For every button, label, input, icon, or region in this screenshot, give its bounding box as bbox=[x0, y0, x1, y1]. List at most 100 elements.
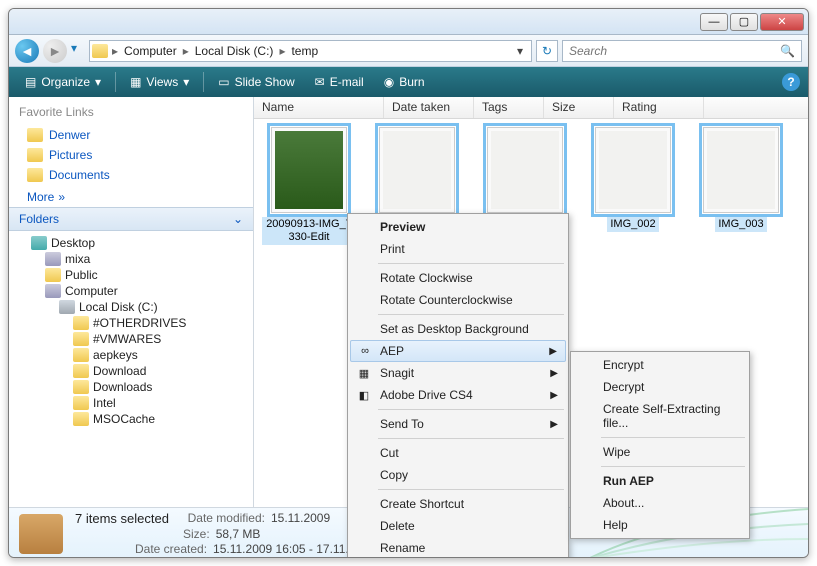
menu-item[interactable]: Copy bbox=[350, 464, 566, 486]
burn-button[interactable]: ◉Burn bbox=[376, 72, 433, 92]
folder-icon bbox=[27, 168, 43, 182]
slideshow-button[interactable]: ▭Slide Show bbox=[210, 72, 302, 92]
menu-item[interactable]: Preview bbox=[350, 216, 566, 238]
menu-item[interactable]: Set as Desktop Background bbox=[350, 318, 566, 340]
column-header[interactable]: Date taken bbox=[384, 97, 474, 118]
tree-item[interactable]: Public bbox=[9, 267, 253, 283]
address-bar[interactable]: ▸ Computer ▸ Local Disk (C:) ▸ temp ▾ bbox=[89, 40, 532, 62]
menu-item[interactable]: Print bbox=[350, 238, 566, 260]
file-thumbnail[interactable]: IMG_002 bbox=[586, 127, 680, 245]
file-thumbnail[interactable]: 20090913-IMG_7330-Edit bbox=[262, 127, 356, 245]
column-header[interactable]: Rating bbox=[614, 97, 704, 118]
views-button[interactable]: ▦Views▾ bbox=[122, 72, 197, 92]
folder-icon bbox=[92, 44, 108, 58]
folders-header[interactable]: Folders⌄ bbox=[9, 207, 253, 231]
menu-item[interactable]: Decrypt bbox=[573, 376, 747, 398]
submenu-arrow-icon: ▶ bbox=[550, 419, 558, 430]
tree-item[interactable]: Computer bbox=[9, 283, 253, 299]
nav-history-dropdown[interactable]: ▾ bbox=[71, 41, 85, 61]
menu-item[interactable]: About... bbox=[573, 492, 747, 514]
tree-item[interactable]: Local Disk (C:) bbox=[9, 299, 253, 315]
menu-item[interactable]: Run AEP bbox=[573, 470, 747, 492]
context-menu: PreviewPrint Rotate ClockwiseRotate Count… bbox=[347, 213, 569, 558]
favorite-link[interactable]: Documents bbox=[9, 165, 253, 185]
folder-icon bbox=[73, 332, 89, 346]
menu-item[interactable]: ∞AEP▶ bbox=[350, 340, 566, 362]
favorite-link[interactable]: Denwer bbox=[9, 125, 253, 145]
help-button[interactable]: ? bbox=[782, 73, 800, 91]
search-input[interactable] bbox=[569, 44, 780, 58]
chevron-right-icon: ▸ bbox=[279, 44, 285, 58]
tree-item[interactable]: Downloads bbox=[9, 379, 253, 395]
favorites-header: Favorite Links bbox=[9, 97, 253, 123]
column-header[interactable]: Tags bbox=[474, 97, 544, 118]
column-header[interactable]: Name bbox=[254, 97, 384, 118]
search-box[interactable]: 🔍 bbox=[562, 40, 802, 62]
folder-tree: DesktopmixaPublicComputerLocal Disk (C:)… bbox=[9, 231, 253, 507]
file-name: IMG_002 bbox=[607, 217, 658, 232]
menu-item[interactable]: Send To▶ bbox=[350, 413, 566, 435]
folder-icon bbox=[73, 316, 89, 330]
refresh-button[interactable]: ↻ bbox=[536, 40, 558, 62]
menu-icon: ◧ bbox=[356, 387, 372, 403]
organize-icon: ▤ bbox=[25, 75, 36, 89]
tree-item[interactable]: #VMWARES bbox=[9, 331, 253, 347]
submenu-arrow-icon: ▶ bbox=[550, 368, 558, 379]
menu-item[interactable]: Create Self-Extracting file... bbox=[573, 398, 747, 434]
thumbnail-image bbox=[595, 127, 671, 213]
archive-icon bbox=[19, 514, 63, 554]
more-link[interactable]: More» bbox=[9, 187, 253, 207]
menu-item[interactable]: Rotate Clockwise bbox=[350, 267, 566, 289]
breadcrumb[interactable]: Local Disk (C:) bbox=[193, 44, 276, 58]
breadcrumb[interactable]: temp bbox=[289, 44, 320, 58]
titlebar: — ▢ ✕ bbox=[9, 9, 808, 35]
search-icon: 🔍 bbox=[780, 44, 795, 58]
slideshow-icon: ▭ bbox=[218, 75, 229, 89]
menu-item[interactable]: Cut bbox=[350, 442, 566, 464]
chevron-down-icon: ⌄ bbox=[233, 212, 243, 226]
folder-icon bbox=[27, 128, 43, 142]
address-dropdown[interactable]: ▾ bbox=[511, 44, 529, 58]
email-icon: ✉ bbox=[315, 75, 325, 89]
column-header[interactable]: Size bbox=[544, 97, 614, 118]
menu-item[interactable]: Wipe bbox=[573, 441, 747, 463]
organize-button[interactable]: ▤Organize▾ bbox=[17, 72, 109, 92]
chevron-right-icon: ▸ bbox=[112, 44, 118, 58]
menu-icon: ▦ bbox=[356, 365, 372, 381]
menu-item[interactable]: Delete bbox=[350, 515, 566, 537]
menu-item[interactable]: Encrypt bbox=[573, 354, 747, 376]
tree-item[interactable]: Intel bbox=[9, 395, 253, 411]
back-button[interactable]: ◄ bbox=[15, 39, 39, 63]
forward-button[interactable]: ► bbox=[43, 39, 67, 63]
menu-item[interactable]: ◧Adobe Drive CS4▶ bbox=[350, 384, 566, 406]
minimize-button[interactable]: — bbox=[700, 13, 728, 31]
comp-icon bbox=[45, 284, 61, 298]
column-headers: NameDate takenTagsSizeRating bbox=[254, 97, 808, 119]
tree-item[interactable]: Download bbox=[9, 363, 253, 379]
maximize-button[interactable]: ▢ bbox=[730, 13, 758, 31]
submenu-arrow-icon: ▶ bbox=[550, 390, 558, 401]
close-button[interactable]: ✕ bbox=[760, 13, 804, 31]
menu-item[interactable]: Rename bbox=[350, 537, 566, 558]
menu-item[interactable]: Create Shortcut bbox=[350, 493, 566, 515]
explorer-window: — ▢ ✕ ◄ ► ▾ ▸ Computer ▸ Local Disk (C:)… bbox=[8, 8, 809, 558]
chevron-right-icon: ▸ bbox=[183, 44, 189, 58]
file-thumbnail[interactable]: IMG_003 bbox=[694, 127, 788, 245]
thumbnail-image bbox=[379, 127, 455, 213]
breadcrumb[interactable]: Computer bbox=[122, 44, 179, 58]
menu-icon: ∞ bbox=[357, 343, 373, 359]
tree-item[interactable]: mixa bbox=[9, 251, 253, 267]
tree-item[interactable]: MSOCache bbox=[9, 411, 253, 427]
tree-item[interactable]: Desktop bbox=[9, 235, 253, 251]
favorite-link[interactable]: Pictures bbox=[9, 145, 253, 165]
menu-item[interactable]: ▦Snagit▶ bbox=[350, 362, 566, 384]
thumbnail-image bbox=[487, 127, 563, 213]
context-submenu: EncryptDecryptCreate Self-Extracting fil… bbox=[570, 351, 750, 539]
nav-bar: ◄ ► ▾ ▸ Computer ▸ Local Disk (C:) ▸ tem… bbox=[9, 35, 808, 67]
menu-item[interactable]: Help bbox=[573, 514, 747, 536]
folder-icon bbox=[73, 364, 89, 378]
tree-item[interactable]: #OTHERDRIVES bbox=[9, 315, 253, 331]
tree-item[interactable]: aepkeys bbox=[9, 347, 253, 363]
email-button[interactable]: ✉E-mail bbox=[307, 72, 372, 92]
menu-item[interactable]: Rotate Counterclockwise bbox=[350, 289, 566, 311]
